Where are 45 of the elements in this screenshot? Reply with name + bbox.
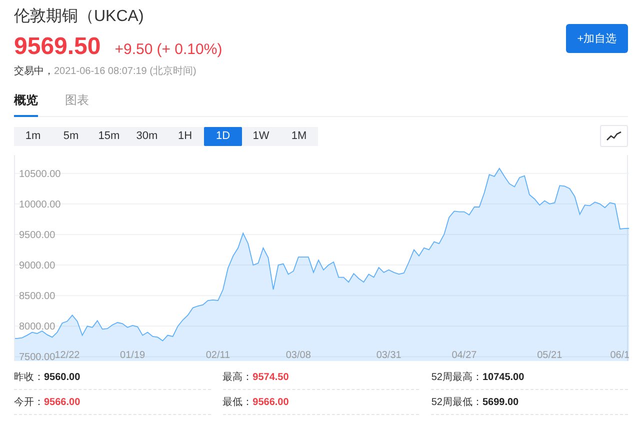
timestamp: 2021-06-16 08:07:19 (北京时间): [54, 64, 196, 78]
axis-label: 10000.00: [19, 199, 61, 210]
stat-value: 9560.00: [44, 372, 80, 382]
period-button[interactable]: 5m: [52, 126, 90, 146]
line-chart-icon: [606, 131, 622, 141]
axis-label: 12/22: [54, 350, 80, 361]
axis-label: 8500.00: [19, 291, 56, 302]
axis-label: 04/27: [452, 350, 477, 361]
stat-value: 5699.00: [482, 396, 519, 408]
axis-label: 01/19: [120, 350, 146, 361]
stat-label: 昨收：: [14, 371, 44, 384]
chart-type-button[interactable]: [600, 125, 628, 147]
axis-label: 03/08: [286, 350, 311, 361]
axis-label: 02/11: [206, 350, 230, 361]
stat-label: 52周最低：: [431, 396, 482, 409]
axis-label: 06/1: [610, 350, 629, 361]
instrument-title: 伦敦期铜（UKCA): [14, 6, 145, 27]
stat-value: 10745.00: [482, 372, 524, 382]
stat-value: 9574.50: [252, 372, 289, 382]
stat-label: 52周最高：: [431, 370, 482, 384]
axis-label: 03/31: [376, 350, 402, 361]
tab[interactable]: 概览: [14, 90, 38, 117]
period-button[interactable]: 30m: [128, 126, 166, 146]
stat-value: 9566.00: [252, 396, 289, 408]
period-button[interactable]: 1M: [280, 126, 318, 146]
stat-value: 9566.00: [44, 396, 80, 408]
add-watchlist-button[interactable]: +加自选: [566, 24, 628, 53]
axis-label: 7500.00: [19, 352, 56, 361]
period-button[interactable]: 1H: [166, 126, 204, 146]
stat-label: 最高：: [222, 370, 253, 384]
period-button[interactable]: 1m: [14, 126, 52, 146]
stat-label: 最低：: [222, 396, 253, 409]
trading-status: 交易中，: [14, 64, 54, 78]
axis-label: 9000.00: [19, 260, 56, 272]
price-change: +9.50: [114, 41, 153, 58]
stat-label: 今开：: [14, 396, 44, 409]
change-percent: (+ 0.10%): [156, 41, 222, 58]
axis-label: 8000.00: [19, 322, 56, 333]
axis-label: 9500.00: [19, 230, 56, 241]
axis-label: 10500.00: [19, 168, 61, 180]
axis-label: 05/21: [537, 350, 562, 361]
period-button[interactable]: 1D: [204, 126, 242, 146]
price: 9569.50: [14, 33, 101, 61]
period-button[interactable]: 15m: [90, 126, 128, 146]
period-button[interactable]: 1W: [242, 126, 280, 146]
